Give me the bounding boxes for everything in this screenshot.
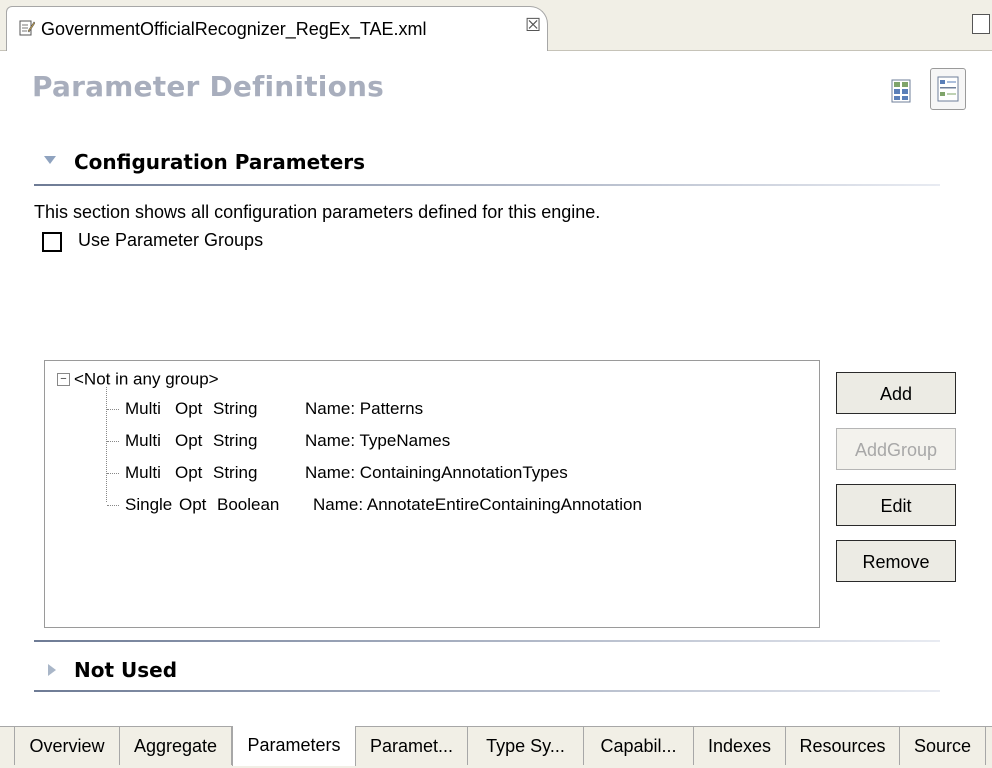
param-type: String [213, 463, 258, 482]
param-optional: Opt [175, 399, 203, 418]
tree-connector [107, 473, 119, 475]
param-multiplicity: Multi [125, 431, 161, 450]
param-name: Name: AnnotateEntireContainingAnnotation [313, 495, 642, 514]
use-groups-label: Use Parameter Groups [78, 230, 264, 250]
add-button[interactable]: Add [836, 372, 956, 414]
tree-connector [107, 505, 119, 507]
tree-connector [107, 409, 119, 411]
vertical-layout-icon[interactable] [930, 68, 966, 110]
tree-connector [107, 441, 119, 443]
horizontal-layout-icon[interactable] [887, 74, 915, 108]
tab-resources[interactable]: Resources [786, 727, 900, 765]
section-divider [34, 184, 940, 186]
param-name: Name: Patterns [305, 399, 424, 418]
tab-indexes[interactable]: Indexes [694, 727, 786, 765]
use-groups-checkbox[interactable] [42, 232, 62, 252]
section-divider [34, 690, 940, 692]
param-multiplicity: Multi [125, 463, 161, 482]
tab-type-system[interactable]: Type Sy... [468, 727, 584, 765]
param-optional: Opt [179, 495, 207, 514]
param-type: String [213, 399, 258, 418]
param-optional: Opt [175, 431, 203, 450]
tab-overview[interactable]: Overview [14, 727, 120, 765]
tree-row[interactable]: Multi Opt String Name: TypeNames [107, 431, 450, 451]
tab-aggregate[interactable]: Aggregate [120, 727, 232, 765]
section-description: This section shows all configuration par… [34, 202, 601, 222]
maximize-icon[interactable] [972, 14, 990, 34]
config-section-title: Configuration Parameters [74, 150, 366, 174]
tree-row[interactable]: Multi Opt String Name: ContainingAnnotation… [107, 463, 568, 483]
collapse-icon[interactable]: − [57, 373, 70, 387]
page-title: Parameter Definitions [32, 70, 385, 103]
remove-button[interactable]: Remove [836, 540, 956, 582]
tab-parameter-settings[interactable]: Paramet... [356, 727, 468, 765]
param-multiplicity: Multi [125, 399, 161, 418]
parameter-tree[interactable]: − <Not in any group> Multi Opt String Name: … [44, 360, 820, 628]
param-name: Name: TypeNames [305, 431, 451, 450]
param-type: Boolean [217, 495, 280, 514]
editor-tab-title: GovernmentOfficialRecognizer_RegEx_TAE.x… [41, 19, 427, 39]
close-tab-icon[interactable]: ☒ [525, 15, 541, 36]
add-group-button[interactable]: AddGroup [836, 428, 956, 470]
edit-button[interactable]: Edit [836, 484, 956, 526]
tab-source[interactable]: Source [900, 727, 986, 765]
editor-tab-bar: GovernmentOfficialRecognizer_RegEx_TAE.x… [0, 0, 992, 51]
tab-capabilities[interactable]: Capabil... [584, 727, 694, 765]
tab-parameters[interactable]: Parameters [232, 726, 356, 766]
expanded-twisty-icon[interactable] [44, 156, 56, 164]
tree-root-node[interactable]: − <Not in any group> [57, 369, 219, 390]
edit-file-icon [19, 20, 35, 36]
not-used-section-title: Not Used [74, 658, 178, 682]
param-optional: Opt [175, 463, 203, 482]
editor-page-tabs: Overview Aggregate Parameters Paramet...… [0, 726, 992, 768]
tree-row[interactable]: Single Opt Boolean Name: AnnotateEntireCont… [107, 495, 642, 515]
param-name: Name: ContainingAnnotationTypes [305, 463, 568, 482]
section-divider [34, 640, 940, 642]
tree-row[interactable]: Multi Opt String Name: Patterns [107, 399, 423, 419]
param-multiplicity: Single [125, 495, 173, 514]
tree-root-label: <Not in any group> [74, 369, 219, 389]
editor-tab[interactable]: GovernmentOfficialRecognizer_RegEx_TAE.x… [6, 6, 548, 51]
param-type: String [213, 431, 258, 450]
collapsed-twisty-icon[interactable] [48, 664, 56, 676]
